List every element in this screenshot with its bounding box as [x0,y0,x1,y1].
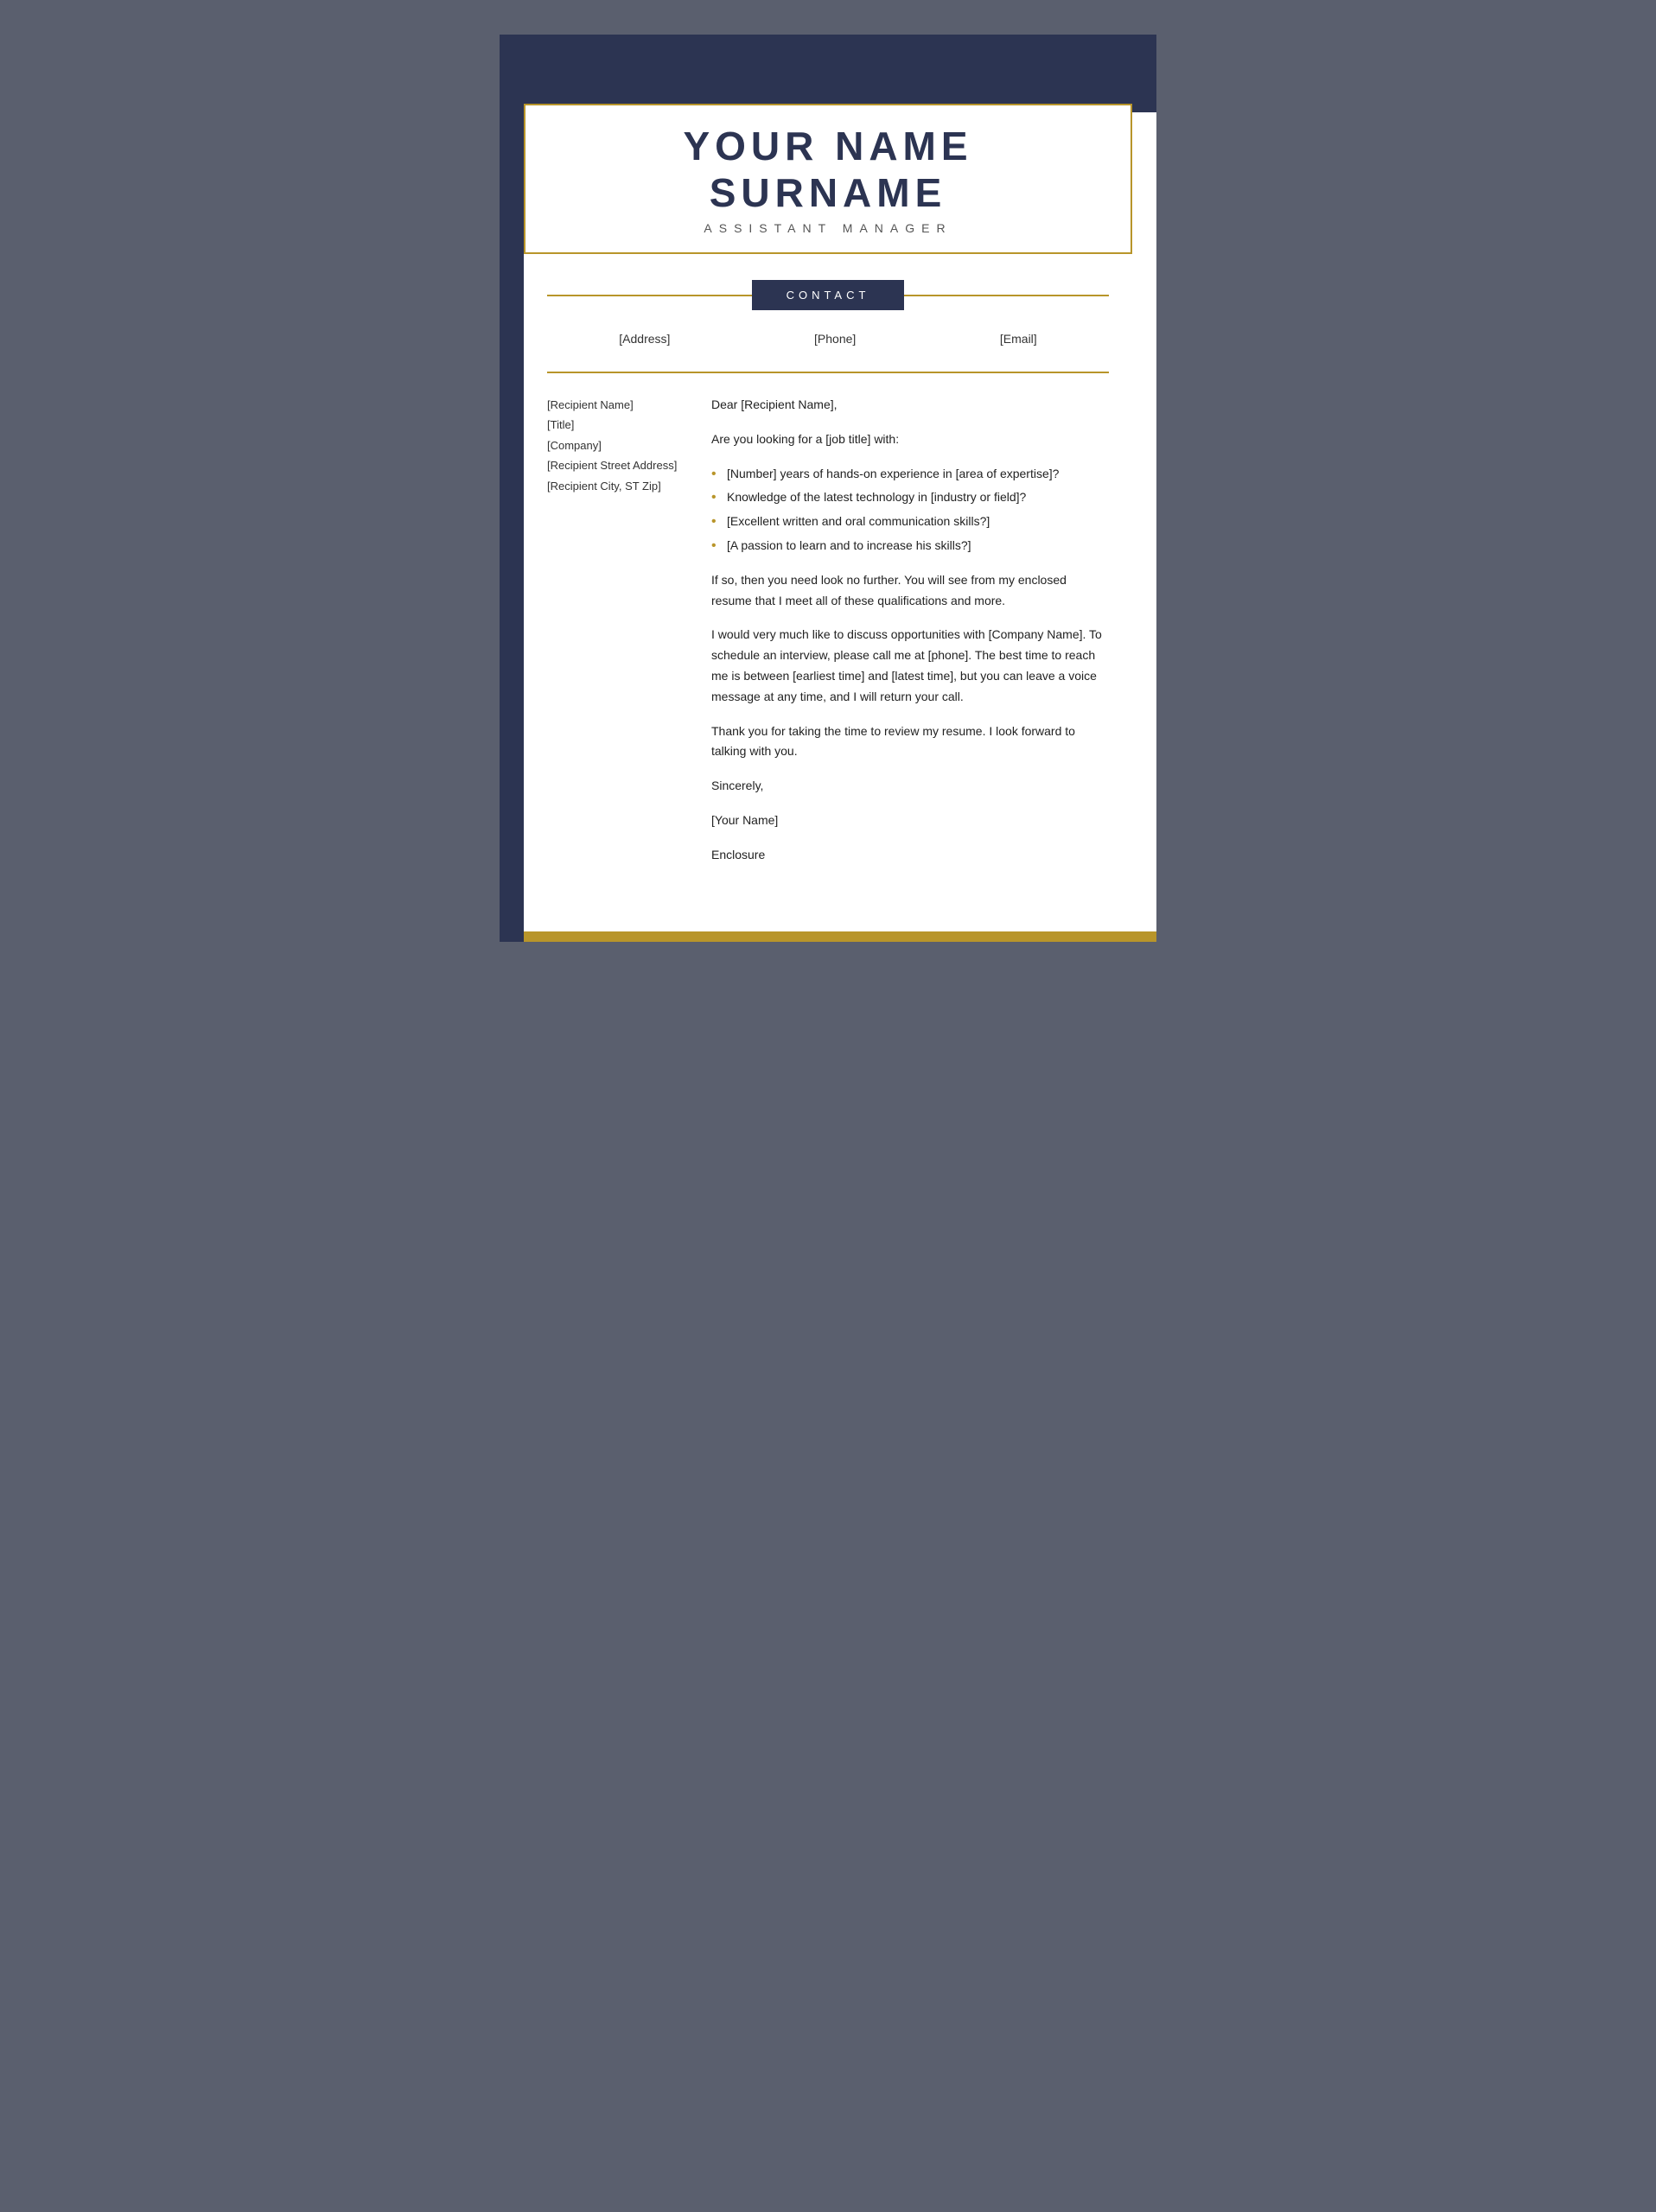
contact-badge: CONTACT [752,280,905,310]
bullet-item-2: Knowledge of the latest technology in [i… [711,487,1109,508]
enclosure: Enclosure [711,845,1109,866]
recipient-city-zip: [Recipient City, ST Zip] [547,476,685,496]
page: YOUR NAME SURNAME ASSISTANT MANAGER CONT… [500,35,1156,942]
gold-line-right [904,295,1109,296]
bullet-item-3: [Excellent written and oral communicatio… [711,512,1109,532]
letter-body: [Recipient Name] [Title] [Company] [Reci… [547,395,1109,880]
recipient-name: [Recipient Name] [547,395,685,415]
contact-section: CONTACT [547,280,1109,310]
closing: Sincerely, [711,776,1109,797]
paragraph-1: If so, then you need look no further. Yo… [711,570,1109,612]
left-column: [Recipient Name] [Title] [Company] [Reci… [547,395,685,880]
paragraph-2: I would very much like to discuss opport… [711,625,1109,707]
paragraph-3: Thank you for taking the time to review … [711,721,1109,763]
contact-info-row: [Address] [Phone] [Email] [547,332,1109,346]
header-section: YOUR NAME SURNAME ASSISTANT MANAGER [524,104,1132,254]
recipient-company: [Company] [547,435,685,455]
bullet-list: [Number] years of hands-on experience in… [711,464,1109,556]
bottom-bar [500,931,1156,942]
applicant-job-title: ASSISTANT MANAGER [569,221,1087,235]
salutation: Dear [Recipient Name], [711,395,1109,416]
recipient-info: [Recipient Name] [Title] [Company] [Reci… [547,395,685,496]
signature: [Your Name] [711,810,1109,831]
top-bar [500,35,1156,112]
content-area: CONTACT [Address] [Phone] [Email] [Recip… [500,254,1156,914]
right-column: Dear [Recipient Name], Are you looking f… [711,395,1109,880]
gold-line-left [547,295,752,296]
phone-field: [Phone] [814,332,856,346]
email-field: [Email] [1000,332,1037,346]
opening-line: Are you looking for a [job title] with: [711,429,1109,450]
separator-line [547,372,1109,373]
bullet-item-1: [Number] years of hands-on experience in… [711,464,1109,485]
address-field: [Address] [619,332,670,346]
recipient-title: [Title] [547,415,685,435]
recipient-street: [Recipient Street Address] [547,455,685,475]
bullet-item-4: [A passion to learn and to increase his … [711,536,1109,556]
applicant-name: YOUR NAME SURNAME [569,123,1087,216]
